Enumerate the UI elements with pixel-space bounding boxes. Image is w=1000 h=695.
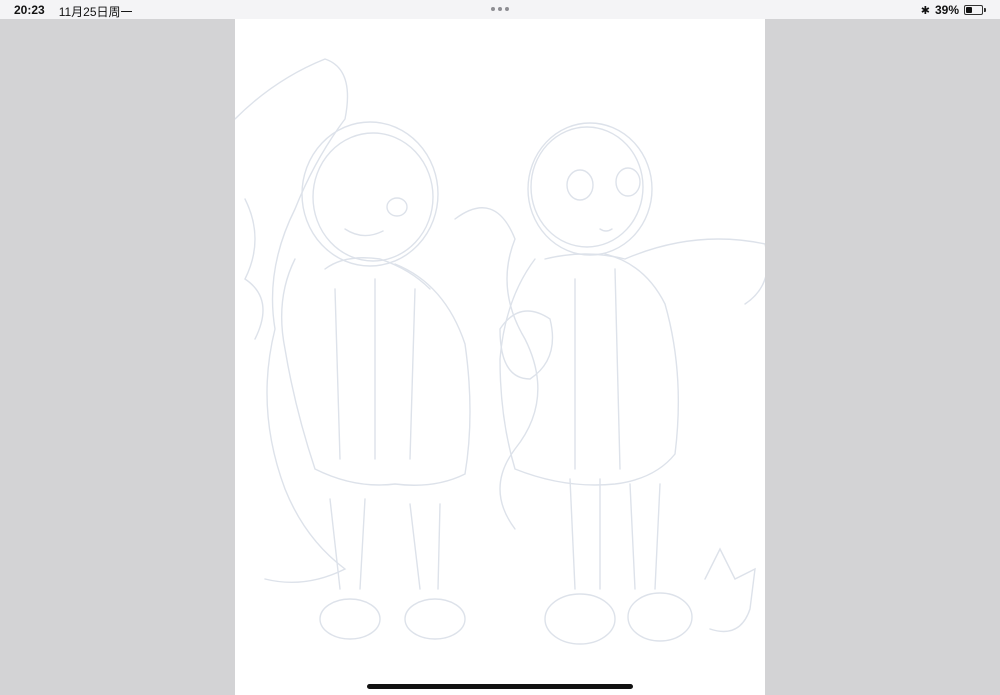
home-indicator[interactable]: [367, 684, 633, 689]
battery-cap: [984, 8, 986, 12]
left-figure-shoe-r: [404, 598, 466, 640]
battery-icon: [964, 5, 983, 15]
battery-fill: [966, 7, 972, 13]
drawing-canvas[interactable]: [235, 19, 765, 695]
left-figure-eye: [386, 197, 408, 217]
left-figure-head-overdraw: [312, 132, 434, 262]
status-time: 20:23: [14, 3, 45, 17]
right-figure-legs: [569, 478, 661, 590]
left-figure-shirt-lines: [334, 278, 416, 460]
status-left: 20:23 11月25日周一: [14, 3, 133, 20]
left-figure-legs: [329, 498, 441, 590]
right-figure-head: [527, 122, 653, 256]
status-date: 11月25日周一: [58, 5, 133, 19]
battery-percent: 39%: [934, 3, 959, 17]
right-figure-eye-r: [615, 167, 641, 197]
right-small-creature: [704, 547, 756, 633]
right-figure-shoe-r: [627, 592, 693, 642]
left-figure-mouth: [344, 228, 384, 237]
right-figure-head-overdraw: [530, 126, 644, 248]
left-figure-shoe-l: [319, 598, 381, 640]
right-figure-shoe-l: [544, 593, 616, 645]
status-right: ✱ 39%: [921, 3, 986, 17]
right-figure-scarf: [544, 238, 765, 305]
right-figure-shirt-lines: [574, 268, 621, 470]
right-figure-mouth: [599, 228, 613, 232]
right-figure-eye-l: [566, 169, 594, 201]
sketch-artwork: [235, 58, 765, 645]
right-figure-jacket: [499, 253, 680, 486]
left-figure-head: [301, 121, 439, 267]
left-scribble: [244, 198, 264, 340]
left-figure-jacket: [281, 258, 471, 486]
bluetooth-icon: ✱: [920, 4, 930, 17]
status-bar: 20:23 11月25日周一 ✱ 39%: [0, 0, 1000, 19]
right-figure-hand: [499, 310, 554, 380]
multitasking-dots-icon[interactable]: [491, 7, 509, 11]
